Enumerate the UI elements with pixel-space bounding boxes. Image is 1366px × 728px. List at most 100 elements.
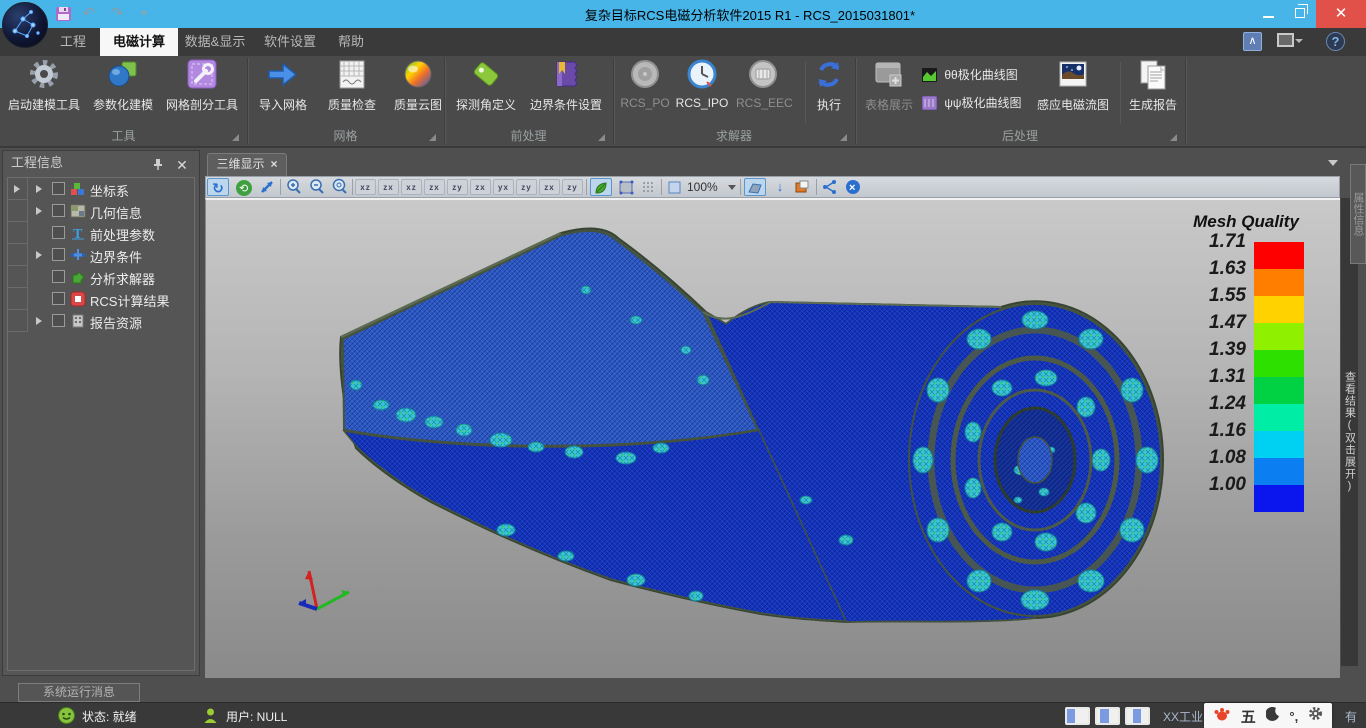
panel-close-icon[interactable]: ✕ <box>175 153 189 171</box>
system-message-tab[interactable]: 系统运行消息 <box>18 683 140 702</box>
tab-list-dropdown-icon[interactable] <box>1328 160 1338 166</box>
checkbox[interactable] <box>52 248 65 261</box>
tree-item-coordinate-system[interactable]: 坐标系 <box>28 178 194 200</box>
menu-tab-em-compute[interactable]: 电磁计算 <box>100 28 178 56</box>
close-button[interactable]: ✕ <box>1316 0 1366 28</box>
restore-button[interactable] <box>1284 0 1316 28</box>
tree-item-rcs-results[interactable]: RCS计算结果 <box>28 288 194 310</box>
spin-icon[interactable]: ⟲ <box>233 178 255 196</box>
ime-toolbar[interactable]: 五 °, <box>1204 703 1332 728</box>
probe-angle-button[interactable]: 探测角定义 <box>450 58 522 113</box>
wireframe-dots-icon[interactable] <box>638 178 660 196</box>
window-layout-icon[interactable] <box>1277 33 1303 51</box>
menu-tab-settings[interactable]: 软件设置 <box>258 28 322 56</box>
tree-grid-cell[interactable] <box>8 266 28 288</box>
parametric-modeling-button[interactable]: 参数化建模 <box>88 58 158 113</box>
redo-icon[interactable]: ↷ <box>108 6 126 22</box>
collapse-ribbon-icon[interactable]: ∧ <box>1243 32 1262 51</box>
execute-button[interactable]: 执行 <box>808 58 850 113</box>
tree-grid-cell[interactable] <box>8 310 28 332</box>
help-icon[interactable]: ? <box>1326 32 1345 51</box>
arrow-down-icon[interactable]: ↓ <box>769 178 791 196</box>
view-yx-button[interactable]: yx <box>493 179 514 195</box>
group-expand-solver[interactable] <box>840 134 847 141</box>
expander-icon[interactable] <box>36 251 42 259</box>
checkbox[interactable] <box>52 292 65 305</box>
expander-icon[interactable] <box>36 207 42 215</box>
tree-item-report-resources[interactable]: 报告资源 <box>28 310 194 332</box>
tree-grid-cell[interactable] <box>8 288 28 310</box>
ime-mode-label[interactable]: 五 <box>1241 706 1256 727</box>
view-xz-button[interactable]: xz <box>355 179 376 195</box>
menu-tab-help[interactable]: 帮助 <box>330 28 372 56</box>
expander-icon[interactable] <box>36 317 42 325</box>
zoom-level-value[interactable]: 100% <box>687 178 718 196</box>
menu-tab-data-display[interactable]: 数据&显示 <box>180 28 250 56</box>
surface-select-icon[interactable] <box>744 178 766 196</box>
cancel-circle-icon[interactable]: × <box>842 178 864 196</box>
zoom-out-icon[interactable] <box>306 178 328 196</box>
flat-shade-icon[interactable] <box>615 178 637 196</box>
tree-grid-cell[interactable] <box>8 200 28 222</box>
view-zx2-button[interactable]: zx <box>424 179 445 195</box>
view-iso1-button[interactable]: zy <box>516 179 537 195</box>
induced-current-button[interactable]: 感应电磁流图 <box>1035 58 1111 113</box>
ime-settings-gear-icon[interactable] <box>1308 706 1323 726</box>
quality-cloud-button[interactable]: 质量云图 <box>386 58 450 113</box>
rcs-eec-button[interactable]: RCS_EEC <box>736 58 790 110</box>
psi-curve-button[interactable]: ψψ极化曲线图 <box>922 94 1021 112</box>
save-icon[interactable] <box>56 7 71 21</box>
checkbox[interactable] <box>52 182 65 195</box>
tree-item-boundary-conditions[interactable]: 边界条件 <box>28 244 194 266</box>
viewport-canvas[interactable]: Mesh Quality 1.71 1.63 1.55 1.47 1.39 1.… <box>205 198 1340 678</box>
quick-access-overflow-icon[interactable] <box>140 11 148 16</box>
expander-icon[interactable] <box>36 185 42 193</box>
tab-3d-display[interactable]: 三维显示× <box>207 153 287 176</box>
tree-item-analysis-solver[interactable]: 分析求解器 <box>28 266 194 288</box>
zoom-in-icon[interactable] <box>283 178 305 196</box>
quality-check-button[interactable]: 质量检查 <box>320 58 384 113</box>
rcs-ipo-button[interactable]: RCS_IPO <box>674 58 730 110</box>
zoom-dropdown-icon[interactable] <box>728 185 736 190</box>
ime-moon-icon[interactable] <box>1266 707 1280 726</box>
ime-punctuation-label[interactable]: °, <box>1289 709 1298 724</box>
group-expand-pre[interactable] <box>598 134 605 141</box>
zoom-level-icon[interactable] <box>664 178 686 196</box>
rcs-po-button[interactable]: RCS_PO <box>620 58 670 110</box>
view-results-strip[interactable]: 查看结果(双击展开) <box>1341 198 1358 666</box>
theta-curve-button[interactable]: θθ极化曲线图 <box>922 66 1018 84</box>
window-layers-icon[interactable] <box>791 178 813 196</box>
tree-grid-cell[interactable] <box>8 178 28 200</box>
rotate-icon[interactable]: ↻ <box>207 178 229 196</box>
layout-toggle-left-icon[interactable] <box>1065 707 1090 725</box>
checkbox[interactable] <box>52 314 65 327</box>
ime-paw-icon[interactable] <box>1213 706 1231 727</box>
tree-grid-cell[interactable] <box>8 222 28 244</box>
view-iso3-button[interactable]: zy <box>562 179 583 195</box>
layout-toggle-right-icon[interactable] <box>1125 707 1150 725</box>
property-info-tab[interactable]: 属性信息 <box>1350 164 1366 264</box>
pan-zoom-icon[interactable] <box>256 178 278 196</box>
undo-icon[interactable]: ↶ <box>80 6 98 22</box>
zoom-fit-icon[interactable] <box>329 178 351 196</box>
view-zx-button[interactable]: zx <box>378 179 399 195</box>
tree-item-preprocess-params[interactable]: T 前处理参数 <box>28 222 194 244</box>
import-mesh-button[interactable]: 导入网格 <box>252 58 314 113</box>
checkbox[interactable] <box>52 226 65 239</box>
layout-toggle-center-icon[interactable] <box>1095 707 1120 725</box>
tab-close-icon[interactable]: × <box>271 157 278 171</box>
checkbox[interactable] <box>52 204 65 217</box>
group-expand-post[interactable] <box>1170 134 1177 141</box>
app-logo[interactable] <box>2 2 48 48</box>
tree-grid-cell[interactable] <box>8 244 28 266</box>
mesh-tool-button[interactable]: 网格剖分工具 <box>160 58 244 113</box>
tree-item-geometry-info[interactable]: 几何信息 <box>28 200 194 222</box>
view-zy-button[interactable]: zy <box>447 179 468 195</box>
launch-modeler-button[interactable]: 启动建模工具 <box>2 58 86 113</box>
smooth-shade-leaf-icon[interactable] <box>590 178 612 196</box>
view-iso2-button[interactable]: zx <box>539 179 560 195</box>
group-expand-mesh[interactable] <box>429 134 436 141</box>
boundary-settings-button[interactable]: 边界条件设置 <box>526 58 606 113</box>
pin-icon[interactable] <box>151 155 165 169</box>
menu-tab-project[interactable]: 工程 <box>48 28 98 56</box>
